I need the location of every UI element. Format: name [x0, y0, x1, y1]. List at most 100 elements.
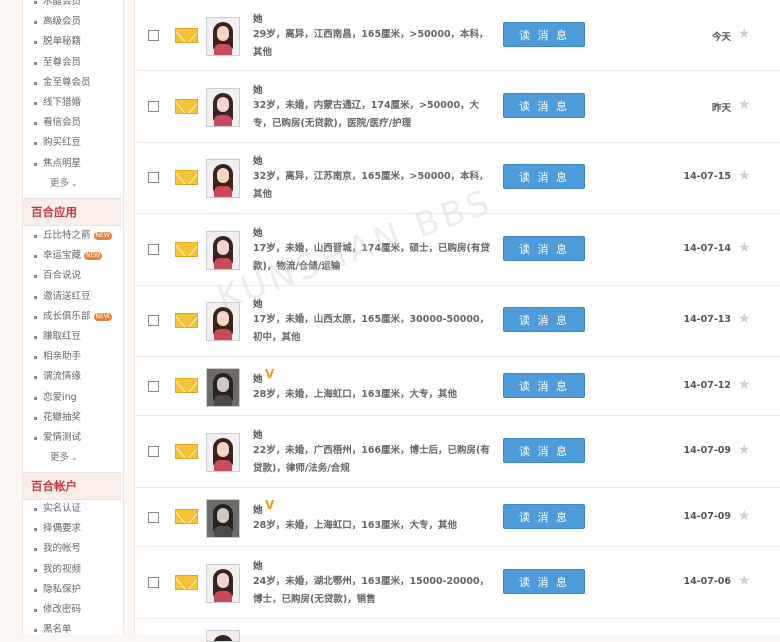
member-nav: 水晶会员 高级会员 脱单秘籍 至尊会员 金至尊会员 线下猎婚 看信会员 购买红豆…: [23, 0, 121, 194]
row-checkbox[interactable]: [148, 577, 159, 588]
message-date: 14-07-09: [683, 445, 731, 456]
sidebar-item-crystal-member[interactable]: 水晶会员: [23, 0, 121, 12]
read-message-button[interactable]: 读 消 息: [503, 236, 585, 261]
star-icon[interactable]: ★: [738, 311, 751, 327]
sidebar-item-petal-lottery[interactable]: 花瓣抽奖: [23, 408, 121, 428]
star-icon[interactable]: ★: [738, 508, 751, 524]
sender-name[interactable]: 她: [253, 225, 263, 239]
star-icon[interactable]: ★: [738, 442, 751, 458]
sidebar-item-senior-member[interactable]: 高级会员: [23, 12, 121, 32]
envelope-icon: [175, 99, 198, 114]
row-checkbox[interactable]: [148, 446, 159, 457]
avatar[interactable]: [206, 630, 240, 642]
sender-name[interactable]: 她: [253, 153, 263, 167]
sidebar-item-change-password[interactable]: 修改密码: [23, 600, 121, 620]
vip-icon: V: [265, 367, 275, 381]
sidebar-item-privacy[interactable]: 隐私保护: [23, 580, 121, 600]
sidebar-item-focus-star[interactable]: 焦点明星: [23, 154, 121, 174]
sidebar-item-my-video[interactable]: 我的视频: [23, 560, 121, 580]
new-badge: NEW: [93, 312, 112, 321]
sidebar-item-love-test[interactable]: 爱情测试: [23, 428, 121, 448]
sidebar-item-offline-hunt[interactable]: 线下猎婚: [23, 93, 121, 113]
avatar[interactable]: [206, 231, 240, 270]
sidebar-item-buy-beans[interactable]: 购买红豆: [23, 133, 121, 153]
sender-info: 32岁，未婚，内蒙古通辽，174厘米，>50000，大专，已购房(无贷款)，医院…: [253, 100, 480, 129]
avatar[interactable]: [206, 88, 240, 127]
sidebar-item-partner-req[interactable]: 择偶要求: [23, 519, 121, 539]
sender-name[interactable]: 她: [253, 296, 263, 310]
envelope-icon: [175, 170, 198, 185]
sidebar-item-invite-beans[interactable]: 邀请送红豆: [23, 287, 121, 307]
more-link[interactable]: 更多 ⌄: [23, 174, 121, 194]
sender-name[interactable]: 她: [253, 371, 263, 385]
sender-name[interactable]: 她: [253, 558, 263, 572]
sidebar-item-read-letter[interactable]: 看信会员: [23, 113, 121, 133]
sidebar-item-lucky-treasure[interactable]: 幸运宝藏 NEW: [23, 246, 121, 266]
avatar[interactable]: [206, 159, 240, 198]
avatar[interactable]: [206, 302, 240, 341]
sidebar-item-single-tips[interactable]: 脱单秘籍: [23, 32, 121, 52]
star-icon[interactable]: ★: [738, 168, 751, 184]
row-checkbox[interactable]: [148, 172, 159, 183]
read-message-button[interactable]: 读 消 息: [503, 93, 585, 118]
avatar[interactable]: [206, 564, 240, 603]
row-checkbox[interactable]: [148, 101, 159, 112]
sidebar-item-growth-club[interactable]: 成长俱乐部 NEW: [23, 307, 121, 327]
sender-name[interactable]: 她: [253, 82, 263, 96]
message-date: 14-07-14: [683, 243, 731, 254]
read-message-button[interactable]: 读 消 息: [503, 504, 585, 529]
sidebar-item-cupid-arrow[interactable]: 丘比特之箭 NEW: [23, 226, 121, 246]
message-date: 14-07-15: [683, 171, 731, 182]
row-checkbox[interactable]: [148, 381, 159, 392]
sidebar-item-dating-helper[interactable]: 相亲助手: [23, 347, 121, 367]
star-icon[interactable]: ★: [738, 26, 751, 42]
envelope-icon: [175, 313, 198, 328]
avatar[interactable]: [206, 17, 240, 56]
sender-info: 24岁，未婚，湖北鄂州，163厘米，15000-20000，博士，已购房(无贷款…: [253, 576, 490, 605]
sender-name[interactable]: 她: [253, 502, 263, 516]
read-message-button[interactable]: 读 消 息: [503, 373, 585, 398]
read-message-button[interactable]: 读 消 息: [503, 438, 585, 463]
table-row: 她 17岁，未婚，山西太原，165厘米，30000-50000，初中，其他 读 …: [135, 285, 780, 357]
star-icon[interactable]: ★: [738, 97, 751, 113]
avatar[interactable]: [206, 368, 240, 407]
star-icon[interactable]: ★: [738, 573, 751, 589]
sidebar-item-real-name[interactable]: 实名认证: [23, 499, 121, 519]
avatar[interactable]: [206, 433, 240, 472]
apps-section-title: 百合应用: [23, 198, 121, 226]
row-checkbox[interactable]: [148, 30, 159, 41]
sender-name[interactable]: 她: [253, 11, 263, 25]
sidebar-item-in-love[interactable]: 恋爱ing: [23, 388, 121, 408]
avatar[interactable]: [206, 499, 240, 538]
star-icon[interactable]: ★: [738, 377, 751, 393]
account-nav: 实名认证 择偶要求 我的帐号 我的视频 隐私保护 修改密码 黑名单: [23, 499, 121, 640]
row-checkbox[interactable]: [148, 244, 159, 255]
row-checkbox[interactable]: [148, 512, 159, 523]
read-message-button[interactable]: 读 消 息: [503, 164, 585, 189]
sender-name[interactable]: 她: [253, 427, 263, 441]
sidebar-item-baihe-talk[interactable]: 百合说说: [23, 266, 121, 286]
chevron-down-icon: ⌄: [71, 453, 78, 463]
star-icon[interactable]: ★: [738, 240, 751, 256]
sidebar-item-blacklist[interactable]: 黑名单: [23, 620, 121, 640]
message-date: 14-07-13: [683, 314, 731, 325]
envelope-icon: [175, 444, 198, 459]
new-badge: NEW: [84, 252, 103, 261]
read-message-button[interactable]: 读 消 息: [503, 22, 585, 47]
sidebar-item-earn-beans[interactable]: 赚取红豆: [23, 327, 121, 347]
message-list: 她 29岁，离异，江西南昌，165厘米，>50000，本科，其他 读 消 息 今…: [134, 0, 780, 642]
table-row: 她 V 28岁，未婚，上海虹口，163厘米，大专，其他 读 消 息 14-07-…: [135, 356, 780, 416]
sidebar-item-drift-love[interactable]: 谓流情缘: [23, 367, 121, 387]
sidebar-item-gold-supreme[interactable]: 金至尊会员: [23, 73, 121, 93]
read-message-button[interactable]: 读 消 息: [503, 569, 585, 594]
table-row: 她 29岁，离异，江西南昌，165厘米，>50000，本科，其他 读 消 息 今…: [135, 0, 780, 71]
sender-info: 29岁，离异，江西南昌，165厘米，>50000，本科，其他: [253, 29, 489, 58]
table-row: 她 32岁，离异，江苏南京，165厘米，>50000，本科，其他 读 消 息 1…: [135, 142, 780, 214]
more-link[interactable]: 更多 ⌄: [23, 448, 121, 468]
row-checkbox[interactable]: [148, 315, 159, 326]
sender-info: 17岁，未婚，山西晋城，174厘米，硕士，已购房(有贷款)，物流/仓储/运输: [253, 243, 490, 272]
sidebar-item-supreme-member[interactable]: 至尊会员: [23, 53, 121, 73]
read-message-button[interactable]: 读 消 息: [503, 307, 585, 332]
sidebar-item-my-account[interactable]: 我的帐号: [23, 539, 121, 559]
envelope-icon: [175, 378, 198, 393]
